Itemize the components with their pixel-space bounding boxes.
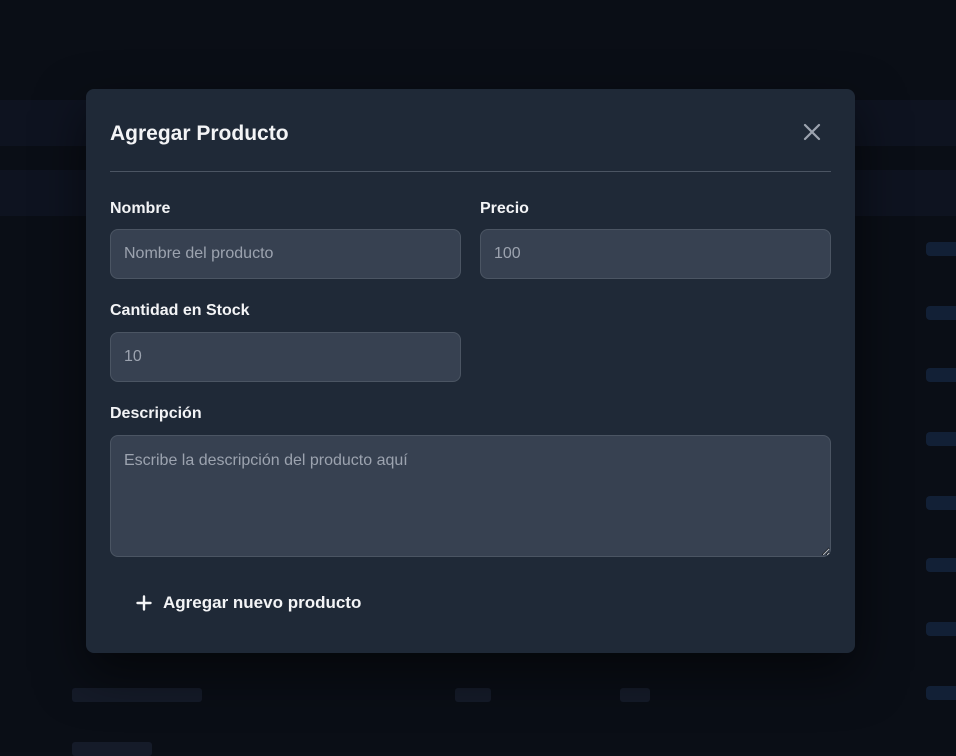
- stock-label: Cantidad en Stock: [110, 302, 250, 319]
- name-label: Nombre: [110, 200, 171, 217]
- stock-input[interactable]: [110, 332, 461, 382]
- background-row-cell: [620, 688, 650, 702]
- close-icon: [803, 123, 821, 141]
- modal-title: Agregar Producto: [110, 122, 289, 145]
- add-product-modal: Agregar Producto Nombre Precio Cantidad …: [86, 89, 855, 653]
- price-label: Precio: [480, 200, 529, 217]
- background-action-pill: [926, 368, 956, 382]
- close-button[interactable]: [801, 121, 823, 143]
- background-action-pill: [926, 558, 956, 572]
- background-action-pill: [926, 686, 956, 700]
- modal-header: Agregar Producto: [110, 89, 831, 172]
- background-action-pill: [926, 622, 956, 636]
- price-input[interactable]: [480, 229, 831, 279]
- background-row-cell: [72, 688, 202, 702]
- description-label: Descripción: [110, 405, 202, 422]
- background-action-pill: [926, 432, 956, 446]
- description-textarea[interactable]: [110, 435, 831, 557]
- background-row-cell: [72, 742, 152, 756]
- background-action-pill: [926, 242, 956, 256]
- add-product-button-label: Agregar nuevo producto: [163, 593, 362, 612]
- background-action-pill: [926, 496, 956, 510]
- background-action-pill: [926, 306, 956, 320]
- name-input[interactable]: [110, 229, 461, 279]
- add-product-button[interactable]: Agregar nuevo producto: [122, 583, 375, 623]
- plus-icon: [136, 595, 152, 611]
- background-row-cell: [455, 688, 491, 702]
